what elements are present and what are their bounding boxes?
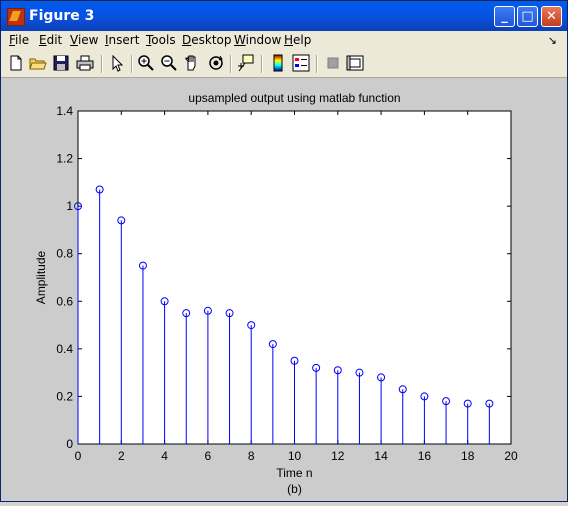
y-tick-label: 0.8 xyxy=(56,247,73,261)
minimize-button[interactable]: _ xyxy=(494,6,515,27)
open-folder-icon[interactable] xyxy=(29,54,47,72)
y-tick-label: 0 xyxy=(66,437,73,451)
x-tick-label: 16 xyxy=(418,449,432,463)
menu-file[interactable]: File xyxy=(9,33,29,47)
y-tick-label: 1.2 xyxy=(56,152,73,166)
menu-help[interactable]: Help xyxy=(284,33,311,47)
x-tick-label: 8 xyxy=(248,449,255,463)
print-icon[interactable] xyxy=(76,54,94,72)
y-tick-label: 1 xyxy=(66,199,73,213)
menu-tools[interactable]: Tools xyxy=(146,33,176,47)
legend-icon[interactable] xyxy=(292,54,310,72)
menu-window[interactable]: Window xyxy=(234,33,281,47)
data-cursor-icon[interactable] xyxy=(237,54,255,72)
minimize-icon: _ xyxy=(501,9,508,24)
rotate-3d-icon[interactable] xyxy=(207,54,225,72)
x-tick-label: 4 xyxy=(161,449,168,463)
zoom-out-icon[interactable] xyxy=(160,54,178,72)
dock-figure-icon[interactable]: ↘ xyxy=(548,34,557,47)
figure-caption: (b) xyxy=(287,482,302,496)
y-axis-label: Amplitude xyxy=(34,251,48,305)
x-tick-label: 12 xyxy=(331,449,345,463)
close-button[interactable]: ✕ xyxy=(541,6,562,27)
close-icon: ✕ xyxy=(546,9,557,24)
figure-canvas: 0 2 4 6 8 10 12 14 16 18 20 0 0.2 0.4 0.6 0.8 1 1.2 1.4 up… xyxy=(1,78,567,501)
y-tick-label: 0.6 xyxy=(56,294,73,308)
zoom-in-icon[interactable] xyxy=(137,54,155,72)
stem-chart: 0 2 4 6 8 10 12 14 16 18 20 0 0.2 0.4 0.6 0.8 1 1.2 1.4 up… xyxy=(34,91,518,496)
show-plot-tools-icon[interactable] xyxy=(346,54,364,72)
y-tick-label: 0.2 xyxy=(56,389,73,403)
x-tick-label: 18 xyxy=(461,449,475,463)
x-tick-label: 2 xyxy=(118,449,125,463)
maximize-button[interactable]: □ xyxy=(517,6,538,27)
toolbar-separator xyxy=(230,55,232,73)
x-tick-label: 20 xyxy=(504,449,518,463)
y-tick-label: 1.4 xyxy=(56,104,73,118)
menu-desktop[interactable]: Desktop xyxy=(182,33,232,47)
x-tick-label: 10 xyxy=(288,449,302,463)
title-bar[interactable]: Figure 3 _ □ ✕ xyxy=(1,1,567,31)
matlab-logo-icon[interactable] xyxy=(7,8,25,26)
window-title: Figure 3 xyxy=(29,8,95,24)
colorbar-icon[interactable] xyxy=(269,54,287,72)
new-file-icon[interactable] xyxy=(7,54,25,72)
save-icon[interactable] xyxy=(52,54,70,72)
x-tick-label: 0 xyxy=(75,449,82,463)
maximize-icon: □ xyxy=(521,9,534,24)
toolbar-separator xyxy=(261,55,263,73)
menu-view[interactable]: View xyxy=(70,33,98,47)
y-tick-label: 0.4 xyxy=(56,342,73,356)
toolbar-separator xyxy=(101,55,103,73)
toolbar-separator xyxy=(131,55,133,73)
pan-hand-icon[interactable] xyxy=(183,54,201,72)
figure-toolbar xyxy=(1,51,567,78)
chart-title: upsampled output using matlab function xyxy=(188,91,400,105)
x-axis-label: Time n xyxy=(276,466,312,480)
x-tick-label: 14 xyxy=(374,449,388,463)
select-arrow-icon[interactable] xyxy=(108,54,126,72)
menu-edit[interactable]: Edit xyxy=(39,33,62,47)
menu-bar: File Edit View Insert Tools Desktop Wind… xyxy=(1,31,567,51)
hide-plot-tools-icon[interactable] xyxy=(324,54,342,72)
toolbar-separator xyxy=(316,55,318,73)
menu-insert[interactable]: Insert xyxy=(105,33,139,47)
x-tick-label: 6 xyxy=(205,449,212,463)
figure-window: Figure 3 _ □ ✕ File Edit View Insert Too… xyxy=(0,0,568,502)
